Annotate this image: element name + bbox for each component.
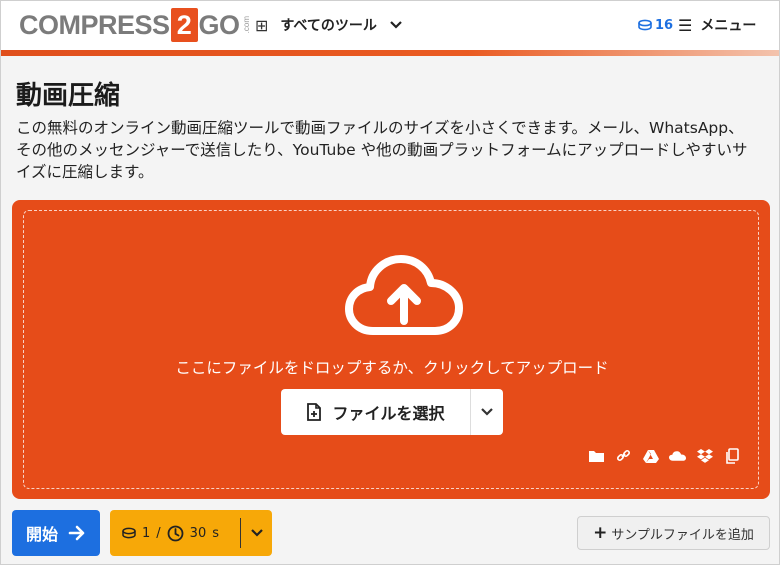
usage-time-value: 30 [189, 525, 207, 541]
start-label: 開始 [25, 525, 58, 544]
logo-text-left: COMPRESS [19, 9, 170, 40]
usage-file-count: 1 [142, 525, 151, 541]
menu-button[interactable]: ☰ メニュー [678, 13, 756, 37]
all-tools-menu[interactable]: ⊞ すべてのツール [255, 13, 403, 37]
link-icon[interactable] [615, 447, 632, 464]
menu-label: メニュー [700, 18, 757, 34]
add-sample-label: サンプルファイルを追加 [611, 527, 754, 543]
coin-icon [638, 19, 652, 31]
chevron-down-icon [390, 21, 402, 29]
chevron-down-icon [481, 408, 493, 416]
onedrive-icon[interactable] [669, 447, 686, 464]
file-dropzone[interactable]: ここにファイルをドロップするか、クリックしてアップロード ファイルを選択 [12, 200, 770, 499]
grid-icon: ⊞ [255, 15, 269, 35]
plus-icon: + [593, 523, 608, 543]
usage-dropdown[interactable] [241, 510, 272, 556]
folder-icon[interactable] [588, 447, 605, 464]
usage-info: 1 / 30 s [110, 525, 240, 542]
coin-icon [122, 527, 136, 539]
dropzone-border: ここにファイルをドロップするか、クリックしてアップロード ファイルを選択 [23, 210, 759, 489]
choose-file-button[interactable]: ファイルを選択 [281, 389, 471, 435]
usage-separator: / [156, 525, 161, 541]
credits-counter[interactable]: 16 [638, 15, 673, 35]
hamburger-icon: ☰ [678, 15, 693, 35]
file-add-icon [307, 403, 322, 421]
clock-icon [167, 525, 184, 541]
chevron-down-icon [250, 529, 263, 537]
logo[interactable]: COMPRESS 2 GO .com [19, 8, 251, 42]
all-tools-label: すべてのツール [280, 18, 377, 34]
start-button[interactable]: 開始 [12, 510, 100, 556]
add-sample-file-button[interactable]: + サンプルファイルを追加 [577, 516, 770, 550]
page-title: 動画圧縮 [16, 81, 121, 111]
header-accent-bar [1, 50, 779, 56]
dropbox-icon[interactable] [696, 447, 713, 464]
cloud-upload-icon [345, 255, 463, 335]
usage-time-unit: s [212, 525, 219, 541]
upload-source-icons [588, 447, 740, 464]
drop-instructions: ここにファイルをドロップするか、クリックしてアップロード [175, 359, 609, 377]
choose-file-group: ファイルを選択 [281, 389, 503, 435]
google-drive-icon[interactable] [642, 447, 659, 464]
logo-number: 2 [170, 8, 198, 42]
credits-value: 16 [655, 17, 674, 33]
choose-file-label: ファイルを選択 [332, 404, 445, 423]
logo-text-right: GO [198, 9, 241, 40]
choose-source-dropdown[interactable] [471, 389, 503, 435]
logo-suffix: .com [241, 16, 251, 34]
arrow-right-icon [68, 525, 85, 541]
top-header: COMPRESS 2 GO .com ⊞ すべてのツール 16 ☰ メニュー [1, 1, 779, 50]
clipboard-icon[interactable] [723, 447, 740, 464]
usage-limits: 1 / 30 s [110, 510, 272, 556]
page-description: この無料のオンライン動画圧縮ツールで動画ファイルのサイズを小さくできます。メール… [16, 119, 748, 181]
